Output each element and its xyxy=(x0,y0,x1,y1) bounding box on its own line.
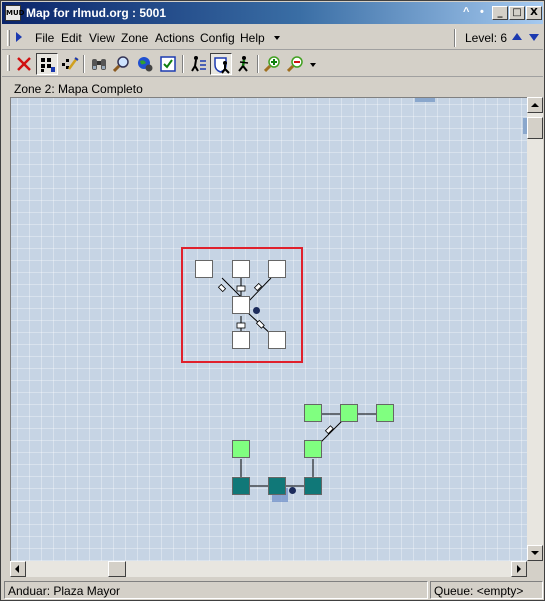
walk-path-button[interactable] xyxy=(187,53,209,75)
arrow-right-icon xyxy=(517,565,521,573)
map-canvas[interactable] xyxy=(10,97,527,561)
scroll-left-button[interactable] xyxy=(10,561,26,577)
close-button[interactable]: X xyxy=(526,6,542,20)
map-room[interactable] xyxy=(304,440,322,458)
auto-map-button[interactable] xyxy=(36,53,58,75)
map-room[interactable] xyxy=(340,404,358,422)
toolbar-separator xyxy=(257,55,259,73)
current-room[interactable] xyxy=(268,477,286,495)
zoom-out-button[interactable] xyxy=(285,53,307,75)
title-bar[interactable]: MUD Map for rlmud.org : 5001 ^ • _ □ X xyxy=(2,2,543,24)
maximize-button[interactable]: □ xyxy=(509,6,525,20)
rollup-icon[interactable]: ^ xyxy=(463,6,469,18)
menu-overflow-icon[interactable] xyxy=(274,36,280,40)
toolbar-grip-icon[interactable] xyxy=(7,55,10,71)
map-room[interactable] xyxy=(376,404,394,422)
pin-icon[interactable]: • xyxy=(480,6,484,18)
status-queue: Queue: <empty> xyxy=(430,581,543,599)
toolbar xyxy=(2,51,543,77)
shield-walk-button[interactable] xyxy=(210,53,232,75)
auto-map-icon xyxy=(41,58,55,72)
check-button[interactable] xyxy=(157,53,179,75)
scroll-right-button[interactable] xyxy=(511,561,527,577)
scroll-down-button[interactable] xyxy=(527,545,543,561)
find-icon xyxy=(113,56,129,73)
menu-bar: File Edit View Zone Actions Config Help … xyxy=(2,26,543,50)
vertical-scroll-thumb[interactable] xyxy=(527,117,543,139)
walker-button[interactable] xyxy=(233,53,255,75)
map-room[interactable] xyxy=(232,440,250,458)
level-separator xyxy=(454,29,456,47)
play-arrow-icon[interactable] xyxy=(16,32,22,42)
selection-highlight xyxy=(181,247,303,363)
globe-icon xyxy=(138,57,153,72)
delete-button[interactable] xyxy=(13,53,35,75)
level-label: Level: 6 xyxy=(465,31,508,45)
minimize-button[interactable]: _ xyxy=(492,6,508,20)
menu-file[interactable]: File xyxy=(35,31,54,45)
map-room[interactable] xyxy=(304,477,322,495)
level-up-icon[interactable] xyxy=(512,33,522,40)
app-icon[interactable]: MUD xyxy=(5,5,24,21)
status-location: Anduar: Plaza Mayor xyxy=(4,581,428,599)
vertical-scrollbar[interactable] xyxy=(527,97,543,561)
toolbar-separator xyxy=(83,55,85,73)
check-icon xyxy=(160,56,176,72)
delete-icon xyxy=(17,57,31,71)
binoculars-button[interactable] xyxy=(88,53,110,75)
window-title: Map for rlmud.org : 5001 xyxy=(26,6,167,20)
scroll-corner xyxy=(527,561,543,577)
edit-rooms-button[interactable] xyxy=(59,53,81,75)
toolbar-overflow-icon[interactable] xyxy=(310,63,316,67)
binoculars-icon xyxy=(92,59,106,70)
menu-config[interactable]: Config xyxy=(200,31,235,45)
zoom-out-icon xyxy=(287,56,303,73)
menu-edit[interactable]: Edit xyxy=(61,31,82,45)
menu-zone[interactable]: Zone xyxy=(121,31,148,45)
globe-button[interactable] xyxy=(134,53,156,75)
walker-icon xyxy=(238,56,249,72)
menu-grip-icon[interactable] xyxy=(7,30,10,46)
menu-actions[interactable]: Actions xyxy=(155,31,194,45)
arrow-down-icon xyxy=(531,551,539,555)
zone-label: Zone 2: Mapa Completo xyxy=(14,82,143,96)
menu-view[interactable]: View xyxy=(89,31,115,45)
arrow-left-icon xyxy=(15,565,19,573)
map-window: MUD Map for rlmud.org : 5001 ^ • _ □ X F… xyxy=(0,0,545,601)
edit-icon xyxy=(62,57,79,70)
horizontal-scroll-thumb[interactable] xyxy=(108,561,126,577)
down-exit-marker xyxy=(289,487,296,494)
zoom-in-icon xyxy=(264,56,280,73)
walk-path-icon xyxy=(191,56,206,72)
menu-help[interactable]: Help xyxy=(240,31,265,45)
level-down-icon[interactable] xyxy=(529,34,539,41)
shield-walk-icon xyxy=(214,57,230,74)
map-room[interactable] xyxy=(232,477,250,495)
map-room[interactable] xyxy=(304,404,322,422)
horizontal-scrollbar[interactable] xyxy=(10,561,527,577)
toolbar-separator xyxy=(182,55,184,73)
zoom-in-button[interactable] xyxy=(262,53,284,75)
scroll-up-button[interactable] xyxy=(527,97,543,113)
find-button[interactable] xyxy=(111,53,133,75)
arrow-up-icon xyxy=(531,103,539,107)
